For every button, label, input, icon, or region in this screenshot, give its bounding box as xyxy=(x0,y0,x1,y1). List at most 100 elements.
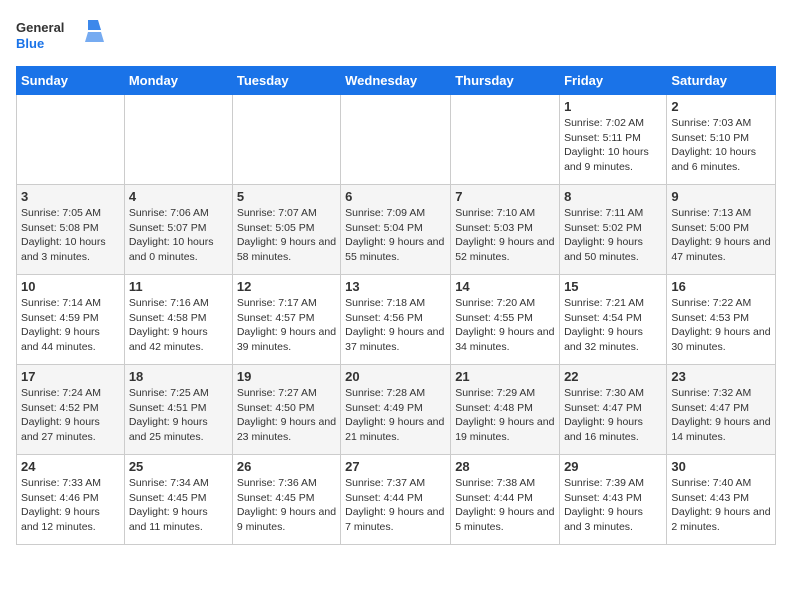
week-row-1: 3 Sunrise: 7:05 AM Sunset: 5:08 PM Daylig… xyxy=(17,185,776,275)
day-info: Sunrise: 7:20 AM Sunset: 4:55 PM Dayligh… xyxy=(455,296,555,355)
calendar-cell: 9 Sunrise: 7:13 AM Sunset: 5:00 PM Daylig… xyxy=(667,185,776,275)
day-info: Sunrise: 7:34 AM Sunset: 4:45 PM Dayligh… xyxy=(129,476,228,535)
calendar-cell: 16 Sunrise: 7:22 AM Sunset: 4:53 PM Dayli… xyxy=(667,275,776,365)
weekday-header-friday: Friday xyxy=(560,67,667,95)
day-info: Sunrise: 7:14 AM Sunset: 4:59 PM Dayligh… xyxy=(21,296,120,355)
calendar-cell: 11 Sunrise: 7:16 AM Sunset: 4:58 PM Dayli… xyxy=(124,275,232,365)
day-number: 24 xyxy=(21,459,120,474)
day-info: Sunrise: 7:18 AM Sunset: 4:56 PM Dayligh… xyxy=(345,296,446,355)
day-number: 11 xyxy=(129,279,228,294)
day-info: Sunrise: 7:28 AM Sunset: 4:49 PM Dayligh… xyxy=(345,386,446,445)
calendar-cell: 10 Sunrise: 7:14 AM Sunset: 4:59 PM Dayli… xyxy=(17,275,125,365)
day-number: 18 xyxy=(129,369,228,384)
calendar-cell xyxy=(124,95,232,185)
day-info: Sunrise: 7:16 AM Sunset: 4:58 PM Dayligh… xyxy=(129,296,228,355)
day-number: 25 xyxy=(129,459,228,474)
day-info: Sunrise: 7:27 AM Sunset: 4:50 PM Dayligh… xyxy=(237,386,336,445)
calendar-cell: 18 Sunrise: 7:25 AM Sunset: 4:51 PM Dayli… xyxy=(124,365,232,455)
calendar-cell: 21Sunrise: 7:29 AM Sunset: 4:48 PM Dayli… xyxy=(451,365,560,455)
calendar-cell: 1 Sunrise: 7:02 AM Sunset: 5:11 PM Daylig… xyxy=(560,95,667,185)
calendar-cell xyxy=(451,95,560,185)
day-number: 16 xyxy=(671,279,771,294)
day-info: Sunrise: 7:21 AM Sunset: 4:54 PM Dayligh… xyxy=(564,296,662,355)
calendar-cell: 3 Sunrise: 7:05 AM Sunset: 5:08 PM Daylig… xyxy=(17,185,125,275)
calendar-cell: 27 Sunrise: 7:37 AM Sunset: 4:44 PM Dayli… xyxy=(341,455,451,545)
weekday-header-monday: Monday xyxy=(124,67,232,95)
calendar-cell: 13 Sunrise: 7:18 AM Sunset: 4:56 PM Dayli… xyxy=(341,275,451,365)
day-info: Sunrise: 7:06 AM Sunset: 5:07 PM Dayligh… xyxy=(129,206,228,265)
calendar-cell xyxy=(17,95,125,185)
day-info: Sunrise: 7:36 AM Sunset: 4:45 PM Dayligh… xyxy=(237,476,336,535)
day-info: Sunrise: 7:02 AM Sunset: 5:11 PM Dayligh… xyxy=(564,116,662,175)
weekday-header-wednesday: Wednesday xyxy=(341,67,451,95)
day-number: 3 xyxy=(21,189,120,204)
weekday-header-sunday: Sunday xyxy=(17,67,125,95)
calendar-cell: 5Sunrise: 7:07 AM Sunset: 5:05 PM Daylig… xyxy=(232,185,340,275)
logo: General Blue xyxy=(16,16,106,56)
calendar-cell: 23 Sunrise: 7:32 AM Sunset: 4:47 PM Dayli… xyxy=(667,365,776,455)
day-number: 23 xyxy=(671,369,771,384)
day-number: 6 xyxy=(345,189,446,204)
calendar-cell: 29 Sunrise: 7:39 AM Sunset: 4:43 PM Dayli… xyxy=(560,455,667,545)
day-number: 28 xyxy=(455,459,555,474)
day-info: Sunrise: 7:10 AM Sunset: 5:03 PM Dayligh… xyxy=(455,206,555,265)
calendar-cell: 25 Sunrise: 7:34 AM Sunset: 4:45 PM Dayli… xyxy=(124,455,232,545)
day-info: Sunrise: 7:22 AM Sunset: 4:53 PM Dayligh… xyxy=(671,296,771,355)
calendar-cell: 20Sunrise: 7:28 AM Sunset: 4:49 PM Dayli… xyxy=(341,365,451,455)
calendar-cell: 7 Sunrise: 7:10 AM Sunset: 5:03 PM Daylig… xyxy=(451,185,560,275)
day-number: 4 xyxy=(129,189,228,204)
calendar-cell: 28 Sunrise: 7:38 AM Sunset: 4:44 PM Dayli… xyxy=(451,455,560,545)
weekday-header-saturday: Saturday xyxy=(667,67,776,95)
day-number: 17 xyxy=(21,369,120,384)
day-number: 7 xyxy=(455,189,555,204)
day-number: 26 xyxy=(237,459,336,474)
day-number: 15 xyxy=(564,279,662,294)
day-info: Sunrise: 7:38 AM Sunset: 4:44 PM Dayligh… xyxy=(455,476,555,535)
day-info: Sunrise: 7:40 AM Sunset: 4:43 PM Dayligh… xyxy=(671,476,771,535)
day-info: Sunrise: 7:30 AM Sunset: 4:47 PM Dayligh… xyxy=(564,386,662,445)
day-number: 1 xyxy=(564,99,662,114)
day-info: Sunrise: 7:39 AM Sunset: 4:43 PM Dayligh… xyxy=(564,476,662,535)
day-info: Sunrise: 7:37 AM Sunset: 4:44 PM Dayligh… xyxy=(345,476,446,535)
calendar-cell xyxy=(341,95,451,185)
calendar-cell: 12Sunrise: 7:17 AM Sunset: 4:57 PM Dayli… xyxy=(232,275,340,365)
day-number: 5 xyxy=(237,189,336,204)
calendar-cell xyxy=(232,95,340,185)
day-number: 10 xyxy=(21,279,120,294)
day-info: Sunrise: 7:32 AM Sunset: 4:47 PM Dayligh… xyxy=(671,386,771,445)
day-info: Sunrise: 7:03 AM Sunset: 5:10 PM Dayligh… xyxy=(671,116,771,175)
day-number: 21 xyxy=(455,369,555,384)
week-row-0: 1 Sunrise: 7:02 AM Sunset: 5:11 PM Daylig… xyxy=(17,95,776,185)
day-info: Sunrise: 7:05 AM Sunset: 5:08 PM Dayligh… xyxy=(21,206,120,265)
calendar-cell: 2Sunrise: 7:03 AM Sunset: 5:10 PM Daylig… xyxy=(667,95,776,185)
day-number: 13 xyxy=(345,279,446,294)
calendar-cell: 24 Sunrise: 7:33 AM Sunset: 4:46 PM Dayli… xyxy=(17,455,125,545)
day-number: 30 xyxy=(671,459,771,474)
day-number: 9 xyxy=(671,189,771,204)
calendar-table: SundayMondayTuesdayWednesdayThursdayFrid… xyxy=(16,66,776,545)
svg-text:General: General xyxy=(16,20,64,35)
day-info: Sunrise: 7:25 AM Sunset: 4:51 PM Dayligh… xyxy=(129,386,228,445)
weekday-header-thursday: Thursday xyxy=(451,67,560,95)
day-number: 12 xyxy=(237,279,336,294)
day-info: Sunrise: 7:13 AM Sunset: 5:00 PM Dayligh… xyxy=(671,206,771,265)
week-row-4: 24 Sunrise: 7:33 AM Sunset: 4:46 PM Dayli… xyxy=(17,455,776,545)
day-number: 8 xyxy=(564,189,662,204)
calendar-cell: 22 Sunrise: 7:30 AM Sunset: 4:47 PM Dayli… xyxy=(560,365,667,455)
calendar-cell: 26 Sunrise: 7:36 AM Sunset: 4:45 PM Dayli… xyxy=(232,455,340,545)
day-info: Sunrise: 7:09 AM Sunset: 5:04 PM Dayligh… xyxy=(345,206,446,265)
week-row-3: 17Sunrise: 7:24 AM Sunset: 4:52 PM Dayli… xyxy=(17,365,776,455)
day-number: 22 xyxy=(564,369,662,384)
day-number: 29 xyxy=(564,459,662,474)
day-number: 27 xyxy=(345,459,446,474)
calendar-cell: 19Sunrise: 7:27 AM Sunset: 4:50 PM Dayli… xyxy=(232,365,340,455)
day-info: Sunrise: 7:33 AM Sunset: 4:46 PM Dayligh… xyxy=(21,476,120,535)
weekday-header-row: SundayMondayTuesdayWednesdayThursdayFrid… xyxy=(17,67,776,95)
day-number: 14 xyxy=(455,279,555,294)
logo-svg: General Blue xyxy=(16,16,106,56)
header: General Blue xyxy=(16,16,776,56)
week-row-2: 10 Sunrise: 7:14 AM Sunset: 4:59 PM Dayli… xyxy=(17,275,776,365)
svg-text:Blue: Blue xyxy=(16,36,44,51)
calendar-cell: 4 Sunrise: 7:06 AM Sunset: 5:07 PM Daylig… xyxy=(124,185,232,275)
calendar-cell: 15 Sunrise: 7:21 AM Sunset: 4:54 PM Dayli… xyxy=(560,275,667,365)
